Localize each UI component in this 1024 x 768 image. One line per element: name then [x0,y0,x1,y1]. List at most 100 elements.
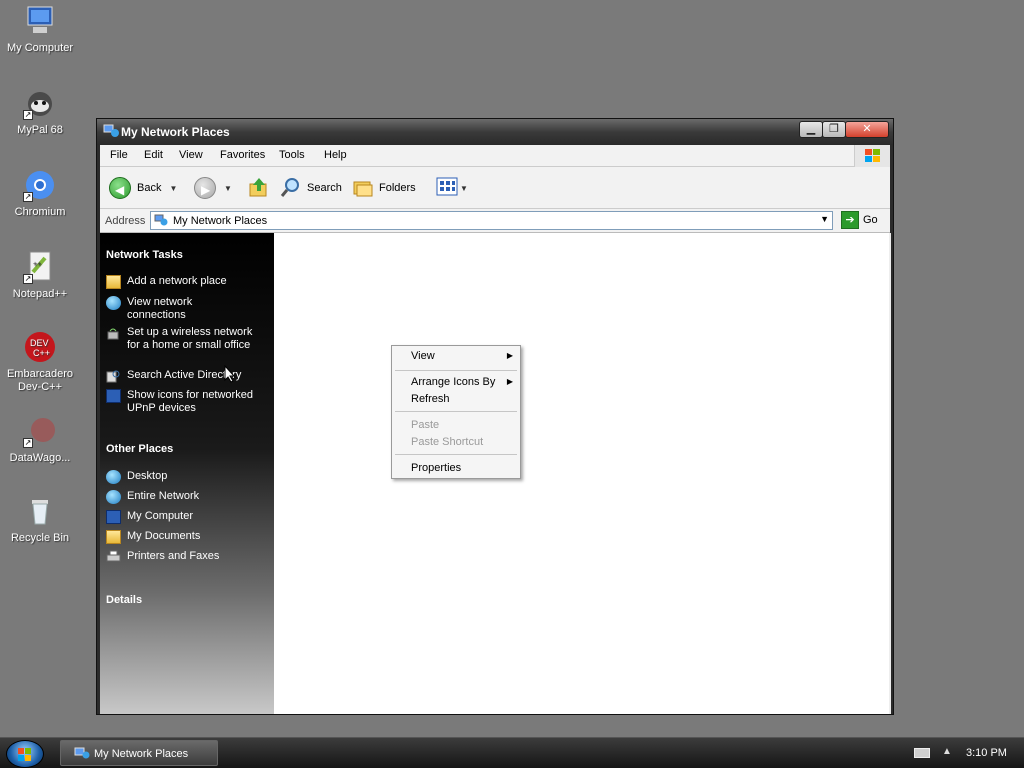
place-my-documents[interactable]: My Documents [106,530,271,544]
task-add-network-place[interactable]: Add a network place [106,275,271,289]
taskbar-window-button[interactable]: My Network Places [60,740,218,766]
task-label: Show icons for networked UPnP devices [127,389,253,414]
views-dropdown-icon[interactable]: ▼ [460,184,468,193]
maximize-button[interactable]: ❐ [822,121,846,138]
go-label: Go [863,214,878,226]
place-label: My Documents [127,530,201,542]
recycle-bin-icon [23,494,57,528]
ctx-arrange-icons-by[interactable]: Arrange Icons By [411,376,495,388]
address-value: My Network Places [173,215,268,227]
network-connections-icon [106,296,121,310]
clock[interactable]: 3:10 PM [966,747,1007,759]
minimize-button[interactable]: ▁ [799,121,823,138]
desktop-icon-chromium[interactable]: ↗ Chromium [0,168,80,219]
task-view-network-connections[interactable]: View network connections [106,296,216,322]
place-label: Entire Network [127,490,200,502]
svg-text:++: ++ [33,261,41,268]
mouse-cursor-icon [224,364,236,386]
desktop-icon-mypal[interactable]: ↗ MyPal 68 [0,86,80,137]
desktop-icon-devcpp[interactable]: DEV C++ Embarcadero Dev-C++ [0,330,80,394]
desktop-icon-recycle-bin[interactable]: Recycle Bin [0,494,80,545]
network-places-icon [74,747,90,760]
desktop-icon-notepadpp[interactable]: ++ ↗ Notepad++ [0,250,80,301]
address-label: Address [105,215,146,227]
wireless-network-icon [106,326,121,340]
forward-dropdown-icon[interactable]: ▼ [224,184,232,193]
desktop-icon-datawagon[interactable]: ↗ DataWago... [0,414,80,465]
desktop-icon-label: Chromium [14,206,66,218]
views-icon [436,177,458,200]
svg-text:C++: C++ [33,348,50,358]
place-printers-faxes[interactable]: Printers and Faxes [106,550,271,564]
menu-file[interactable]: File [110,149,128,161]
back-dropdown-icon[interactable]: ▼ [169,184,177,193]
menu-separator [395,411,517,412]
forward-button[interactable]: ▶ ▼ [194,176,232,200]
task-label: Set up a wireless network for a home or … [127,326,253,351]
task-label: Add a network place [127,275,227,287]
close-button[interactable]: ✕ [845,121,889,138]
folders-icon [352,176,374,201]
task-setup-wireless[interactable]: Set up a wireless network for a home or … [106,326,256,352]
search-button[interactable]: Search [280,176,342,200]
place-label: Printers and Faxes [127,550,220,562]
submenu-arrow-icon: ▶ [506,377,513,386]
datawagon-icon: ↗ [23,414,57,448]
network-places-icon [103,124,119,138]
address-input[interactable]: My Network Places ▼ [150,211,833,230]
task-show-upnp-icons[interactable]: Show icons for networked UPnP devices [106,389,266,415]
notepadpp-icon: ++ ↗ [23,250,57,284]
ctx-paste-shortcut: Paste Shortcut [411,436,484,448]
scrollbar[interactable] [889,233,891,714]
svg-text:DEV: DEV [30,338,49,348]
folders-button[interactable]: Folders [352,176,416,200]
task-search-active-directory[interactable]: Search Active Directory [106,369,271,383]
details-heading[interactable]: Details [106,594,142,606]
menu-separator [395,454,517,455]
ctx-properties[interactable]: Properties [411,462,461,474]
address-dropdown-icon[interactable]: ▼ [820,214,829,224]
ctx-refresh[interactable]: Refresh [411,393,450,405]
menu-help[interactable]: Help [324,149,347,161]
desktop-icon-label: Embarcadero Dev-C++ [6,368,74,393]
network-tasks-heading[interactable]: Network Tasks [106,249,183,261]
place-label: Desktop [127,470,168,482]
back-button[interactable]: ◀ Back ▼ [109,176,177,200]
other-places-heading[interactable]: Other Places [106,443,173,455]
menu-view[interactable]: View [179,149,203,161]
views-button[interactable]: ▼ [436,176,468,200]
menu-separator [395,370,517,371]
desktop-icon-my-computer[interactable]: My Computer [0,4,80,55]
devcpp-icon: DEV C++ [23,330,57,364]
mypal-icon: ↗ [23,86,57,120]
place-desktop[interactable]: Desktop [106,470,271,484]
go-button[interactable]: ➔ Go [841,211,878,229]
file-view-area[interactable] [274,233,891,714]
place-label: My Computer [127,510,194,522]
up-folder-button[interactable] [248,176,270,200]
chromium-icon: ↗ [23,168,57,202]
title-bar[interactable]: My Network Places ▁ ❐ ✕ [97,119,893,145]
back-label: Back [137,182,162,194]
show-hidden-icons-icon[interactable]: ▲ [942,746,952,757]
ctx-view[interactable]: View [411,350,435,362]
window-title: My Network Places [121,125,230,139]
menu-edit[interactable]: Edit [144,149,163,161]
back-arrow-icon: ◀ [109,177,131,199]
go-arrow-icon: ➔ [841,211,859,229]
menu-tools[interactable]: Tools [279,149,305,161]
place-my-computer[interactable]: My Computer [106,510,271,524]
shortcut-arrow-icon: ↗ [23,110,33,120]
desktop-icon-label: Notepad++ [12,288,68,300]
shortcut-arrow-icon: ↗ [23,438,33,448]
start-button[interactable] [6,740,44,768]
search-icon [280,176,302,201]
search-directory-icon [106,369,121,383]
keyboard-icon[interactable] [914,748,930,758]
place-entire-network[interactable]: Entire Network [106,490,271,504]
printer-icon [106,550,121,564]
submenu-arrow-icon: ▶ [506,351,513,360]
menu-favorites[interactable]: Favorites [220,149,265,161]
up-folder-icon [248,176,270,201]
menu-bar: File Edit View Favorites Tools Help [100,145,890,167]
